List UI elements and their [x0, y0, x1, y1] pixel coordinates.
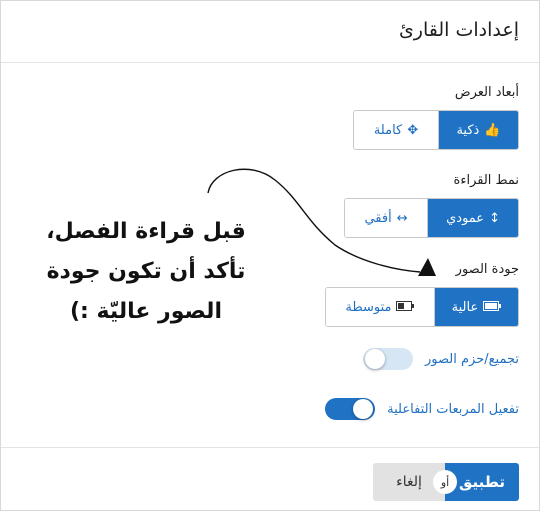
image-quality-segmented: عالية متوسطة: [325, 287, 519, 327]
dialog-header: إعدادات القارئ: [1, 1, 539, 63]
quality-medium-option[interactable]: متوسطة: [326, 288, 435, 326]
display-smart-label: ذكية: [456, 122, 480, 138]
display-full-option[interactable]: ✥ كاملة: [354, 111, 439, 149]
battery-half-icon: [396, 300, 415, 314]
annotation-line: تأكد أن تكون جودة: [46, 259, 246, 284]
display-dimensions-label: أبعاد العرض: [454, 85, 519, 100]
toggle-knob: [353, 399, 374, 419]
group-images-label: تجميع/حزم الصور: [425, 351, 519, 367]
image-quality-label: جودة الصور: [455, 262, 519, 277]
quality-high-label: عالية: [451, 299, 479, 315]
battery-full-icon: [483, 300, 502, 314]
vertical-arrows-icon: ↕: [489, 210, 500, 226]
reading-vertical-option[interactable]: ↕ عمودي: [428, 199, 518, 237]
quality-medium-label: متوسطة: [345, 299, 392, 315]
reading-horizontal-option[interactable]: ↔ أفقي: [345, 199, 429, 237]
annotation-line: قبل قراءة الفصل،: [46, 219, 246, 244]
interactive-boxes-row: تفعيل المربعات التفاعلية: [325, 398, 519, 420]
dialog-title: إعدادات القارئ: [398, 19, 519, 41]
display-dimensions-segmented: 👍 ذكية ✥ كاملة: [353, 110, 519, 150]
display-full-label: كاملة: [373, 122, 403, 138]
thumbs-up-icon: 👍: [484, 122, 501, 138]
quality-high-option[interactable]: عالية: [434, 288, 518, 326]
interactive-boxes-toggle[interactable]: [325, 398, 376, 420]
move-arrows-icon: ✥: [407, 122, 419, 138]
reading-horizontal-label: أفقي: [364, 210, 392, 226]
display-smart-option[interactable]: 👍 ذكية: [438, 111, 518, 149]
annotation-line: الصور عاليّة :): [70, 299, 222, 324]
annotation-note: قبل قراءة الفصل، تأكد أن تكون جودة الصور…: [30, 212, 262, 332]
dialog-footer: تطبيق أو إلغاء: [1, 447, 539, 511]
reading-mode-segmented: ↕ عمودي ↔ أفقي: [344, 198, 519, 238]
group-images-row: تجميع/حزم الصور: [363, 348, 519, 370]
toggle-knob: [365, 349, 386, 369]
or-separator: أو: [435, 472, 455, 492]
interactive-boxes-label: تفعيل المربعات التفاعلية: [387, 401, 519, 417]
horizontal-arrows-icon: ↔: [396, 210, 408, 226]
apply-button[interactable]: تطبيق: [445, 463, 519, 501]
group-images-toggle[interactable]: [363, 348, 414, 370]
reading-vertical-label: عمودي: [446, 210, 485, 226]
reading-mode-label: نمط القراءة: [453, 173, 519, 188]
footer-button-group: تطبيق أو إلغاء: [373, 463, 519, 501]
